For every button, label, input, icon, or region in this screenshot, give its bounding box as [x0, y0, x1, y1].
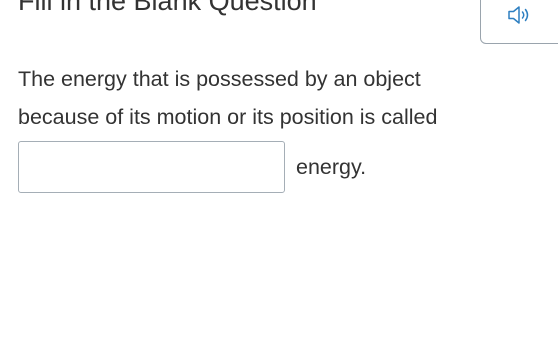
read-aloud-button[interactable] — [480, 0, 558, 44]
question-line-2: because of its motion or its position is… — [18, 105, 438, 129]
blank-trailing-text: energy. — [296, 154, 367, 179]
blank-answer-input[interactable] — [18, 141, 285, 193]
page-title: Fill in the Blank Question — [18, 0, 317, 16]
speaker-icon — [508, 6, 529, 24]
answer-row: energy. — [18, 141, 366, 193]
question-line-1: The energy that is possessed by an objec… — [18, 67, 421, 91]
question-text: The energy that is possessed by an objec… — [18, 60, 538, 136]
